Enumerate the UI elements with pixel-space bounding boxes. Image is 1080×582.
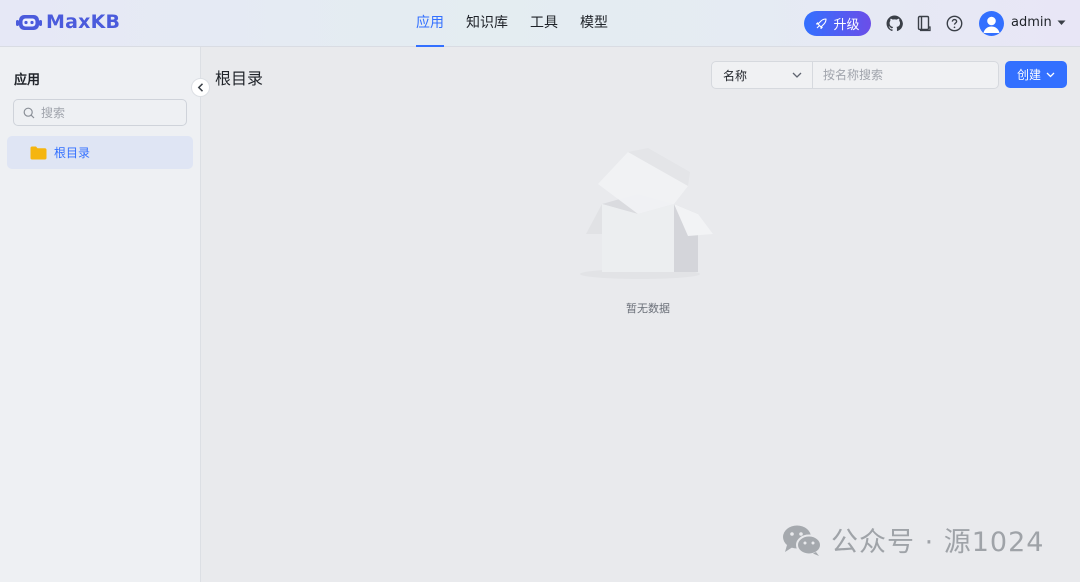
rocket-icon	[816, 17, 828, 29]
create-button[interactable]: 创建	[1005, 61, 1067, 88]
docs-book-icon[interactable]	[914, 13, 934, 33]
watermark-text: 公众号 · 源1024	[831, 527, 1045, 558]
empty-box-illustration	[580, 148, 713, 279]
filter-field-label: 名称	[723, 68, 748, 83]
empty-state-text: 暂无数据	[626, 302, 670, 315]
app-name: MaxKB	[46, 11, 121, 33]
sidebar-search-input[interactable]	[41, 105, 171, 120]
filter-field-select[interactable]: 名称	[712, 62, 813, 88]
sidebar-search	[13, 99, 187, 126]
sidebar: 应用 根目录	[0, 47, 201, 582]
app-logo[interactable]: MaxKB	[16, 11, 120, 33]
search-icon	[23, 107, 35, 118]
chevron-down-icon	[1046, 72, 1055, 77]
page-title: 根目录	[215, 69, 264, 88]
collapse-sidebar-button[interactable]	[191, 78, 210, 97]
create-label: 创建	[1016, 68, 1041, 82]
upgrade-label: 升级	[833, 18, 860, 33]
caret-down-icon	[1057, 20, 1066, 25]
chevron-left-icon	[197, 83, 204, 92]
watermark: 公众号 · 源1024	[781, 520, 1044, 559]
robot-logo-icon	[16, 15, 42, 30]
help-icon[interactable]	[944, 13, 964, 33]
tree-item-label: 根目录	[54, 146, 91, 160]
nav-tab-knowledge[interactable]: 知识库	[455, 0, 519, 47]
username: admin	[1011, 15, 1052, 30]
nav-tab-apps[interactable]: 应用	[405, 0, 455, 47]
main-nav: 应用 知识库 工具 模型	[405, 0, 619, 47]
chevron-down-icon	[792, 72, 802, 78]
folder-icon	[30, 146, 47, 159]
top-header: MaxKB 应用 知识库 工具 模型 升级 admin	[0, 0, 1080, 47]
nav-tab-models[interactable]: 模型	[569, 0, 619, 47]
user-avatar[interactable]	[979, 11, 1004, 36]
user-menu[interactable]: admin	[1011, 15, 1066, 30]
github-icon[interactable]	[884, 13, 904, 33]
tree-item-root[interactable]: 根目录	[7, 136, 193, 169]
wechat-icon	[783, 525, 822, 556]
upgrade-button[interactable]: 升级	[804, 11, 871, 36]
nav-tab-tools[interactable]: 工具	[519, 0, 569, 47]
filter-bar: 名称	[711, 61, 999, 89]
name-search-input[interactable]	[813, 62, 998, 88]
sidebar-title: 应用	[14, 73, 41, 88]
